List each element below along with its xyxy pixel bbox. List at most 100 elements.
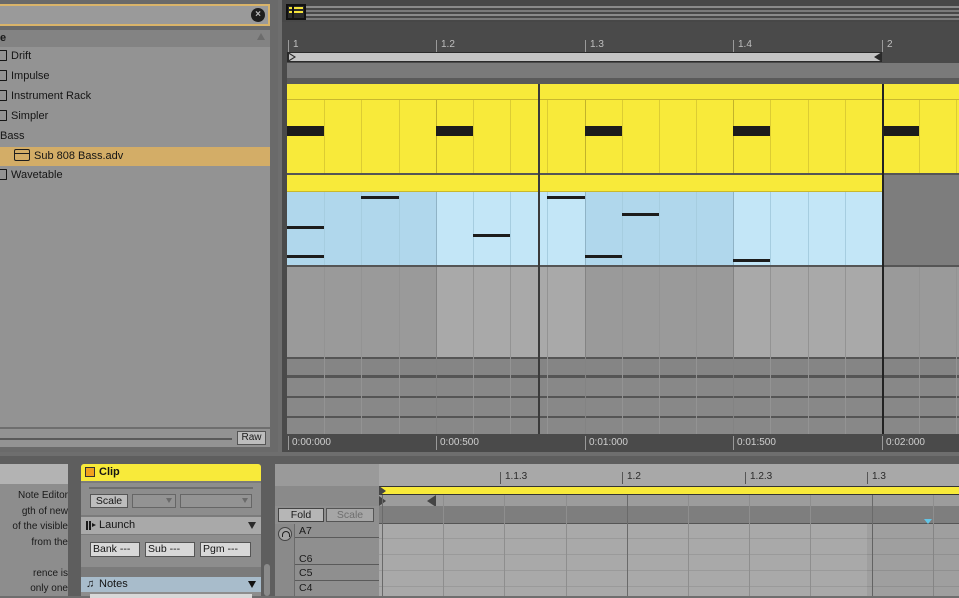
- bank-field[interactable]: Bank ---: [90, 542, 140, 557]
- loop-brace[interactable]: [287, 52, 882, 62]
- scale-highlight-button[interactable]: Scale: [326, 508, 374, 522]
- clip-color-swatch[interactable]: [85, 467, 95, 477]
- bass-clip-header[interactable]: [287, 175, 883, 192]
- sub-bank-field[interactable]: Sub ---: [145, 542, 195, 557]
- bass-note[interactable]: [287, 255, 325, 258]
- grid-line: [361, 100, 363, 173]
- drum-note[interactable]: [287, 126, 325, 136]
- bass-note[interactable]: [472, 234, 511, 237]
- grid-line: [398, 192, 400, 265]
- grid-line: [621, 192, 623, 265]
- notes-section-header[interactable]: ♫ Notes: [81, 577, 261, 592]
- master-track-lane[interactable]: [287, 418, 959, 434]
- grid-line: [621, 100, 623, 173]
- grid-line: [472, 267, 474, 434]
- time-ruler[interactable]: 0:00:000 0:00:500 0:01:000 0:01:500 0:02…: [287, 434, 959, 452]
- grid-column-line: [443, 495, 445, 596]
- browser-search-input[interactable]: ×: [0, 4, 270, 26]
- drum-note[interactable]: [435, 126, 473, 136]
- browser-item-instrument-rack[interactable]: Instrument Rack: [0, 87, 270, 106]
- grid-line: [733, 267, 735, 434]
- midi-note-editor: Fold Scale 1.1.3 1.2 1.2.3 1.3 A7 C6 C5 …: [275, 464, 959, 596]
- browser-item-simpler[interactable]: Simpler: [0, 107, 270, 126]
- drum-clip-body[interactable]: [287, 100, 959, 174]
- empty-track-lane[interactable]: [287, 267, 959, 357]
- notes-field[interactable]: [90, 594, 252, 598]
- grid-line: [361, 192, 363, 265]
- device-icon: [0, 50, 7, 61]
- grid-line: [807, 192, 809, 265]
- preview-strip: [275, 524, 295, 596]
- arrangement-tracks[interactable]: [287, 84, 959, 434]
- ruler-tick: 1.2: [622, 472, 641, 484]
- bass-note[interactable]: [287, 226, 325, 229]
- ruler-tick: 1.1.3: [500, 472, 527, 484]
- browser-item-impulse[interactable]: Impulse: [0, 67, 270, 86]
- time-tick: 0:00:000: [288, 436, 331, 450]
- bass-note[interactable]: [733, 259, 771, 262]
- drum-clip-header[interactable]: [287, 84, 959, 100]
- out-of-loop-shade: [867, 524, 959, 596]
- program-field[interactable]: Pgm ---: [200, 542, 251, 557]
- preview-waveform[interactable]: [0, 438, 232, 440]
- grid-line: [658, 100, 660, 173]
- clip-panel-scrollbar[interactable]: [264, 564, 270, 596]
- bass-note[interactable]: [547, 196, 585, 199]
- drum-note[interactable]: [882, 126, 920, 136]
- clip-title[interactable]: Clip: [81, 464, 261, 481]
- piano-keys[interactable]: A7 C6 C5 C4: [275, 524, 379, 596]
- grid-column-line: [749, 495, 751, 596]
- grid-line: [547, 192, 549, 265]
- ruler-tick: 2: [882, 40, 893, 52]
- browser-item-sub-808-bass[interactable]: Sub 808 Bass.adv: [0, 147, 270, 166]
- loop-start-marker[interactable]: [288, 52, 296, 62]
- note-editor-ruler[interactable]: 1.1.3 1.2 1.2.3 1.3: [379, 464, 959, 486]
- beat-shade: [882, 267, 959, 357]
- browser-item-label: Instrument Rack: [11, 90, 92, 102]
- return-track-lane[interactable]: [287, 359, 959, 375]
- raw-button[interactable]: Raw: [237, 431, 266, 445]
- browser-item-label: Impulse: [11, 70, 50, 82]
- scale-mode-button[interactable]: Scale: [90, 494, 128, 508]
- browser-folder-bass[interactable]: Bass: [0, 127, 270, 146]
- scrub-area[interactable]: [287, 63, 959, 78]
- scale-root-select[interactable]: [132, 494, 176, 508]
- close-circle-icon[interactable]: ×: [251, 8, 265, 22]
- browser-column-header[interactable]: e: [0, 30, 270, 47]
- return-track-lane[interactable]: [287, 378, 959, 396]
- grid-line: [547, 267, 549, 434]
- time-tick: 0:02:000: [882, 436, 925, 450]
- time-tick: 0:00:500: [436, 436, 479, 450]
- chevron-down-icon[interactable]: [248, 522, 256, 529]
- loop-end-marker[interactable]: [874, 52, 882, 62]
- grid-column-line: [382, 495, 383, 596]
- return-track-lane[interactable]: [287, 398, 959, 416]
- grid-line: [510, 192, 512, 265]
- bass-note[interactable]: [584, 255, 622, 258]
- overview-clip-icon[interactable]: [286, 4, 306, 20]
- overview-bar[interactable]: [282, 0, 959, 22]
- note-editor-loop-brace[interactable]: [379, 486, 959, 495]
- headphones-icon[interactable]: [278, 527, 292, 541]
- chevron-down-icon[interactable]: [248, 581, 256, 588]
- drum-note[interactable]: [584, 126, 622, 136]
- grid-line: [324, 267, 326, 434]
- ruler-tick: 1.3: [867, 472, 886, 484]
- scale-name-select[interactable]: [180, 494, 252, 508]
- drum-note[interactable]: [733, 126, 771, 136]
- bar-ruler[interactable]: 1 1.2 1.3 1.4 2: [282, 36, 959, 52]
- bass-note[interactable]: [361, 196, 399, 199]
- browser-item-wavetable[interactable]: Wavetable: [0, 166, 270, 185]
- sort-up-icon[interactable]: [257, 33, 265, 40]
- grid-column-line: [504, 495, 506, 596]
- time-tick: 0:01:000: [585, 436, 628, 450]
- launch-section-header[interactable]: Launch: [81, 517, 261, 534]
- key-label: A7: [295, 524, 379, 538]
- grid-line: [510, 267, 512, 434]
- browser-item-drift[interactable]: Drift: [0, 47, 270, 66]
- key-label: C6: [295, 548, 379, 565]
- fold-button[interactable]: Fold: [278, 508, 324, 522]
- grid-line: [472, 100, 474, 173]
- grid-line: [696, 192, 698, 265]
- bass-note[interactable]: [621, 213, 659, 216]
